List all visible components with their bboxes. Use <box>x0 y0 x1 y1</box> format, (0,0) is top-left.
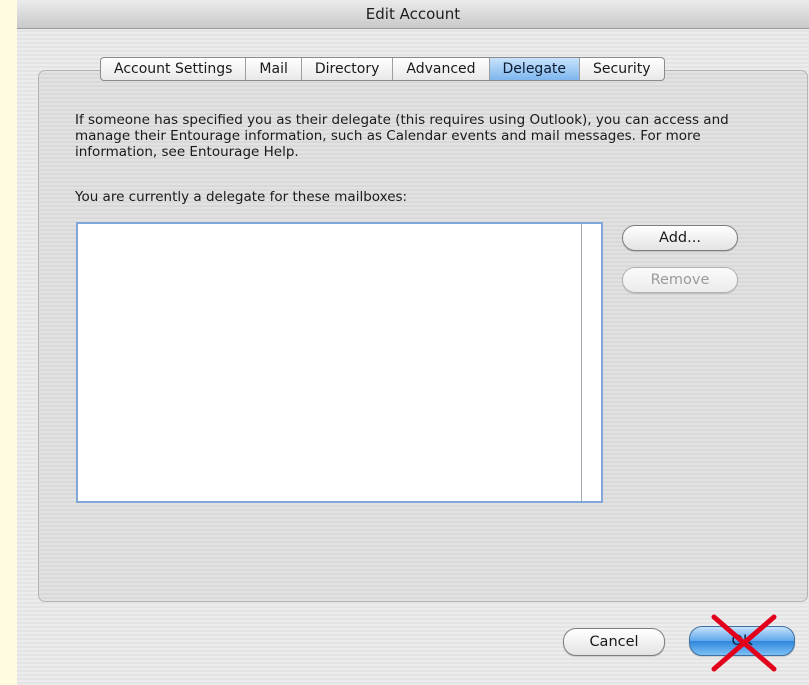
remove-button: Remove <box>622 267 738 293</box>
tab-bar: Account Settings Mail Directory Advanced… <box>100 57 665 81</box>
tab-security[interactable]: Security <box>580 58 664 80</box>
add-button[interactable]: Add... <box>622 225 738 251</box>
mailbox-list-label: You are currently a delegate for these m… <box>75 189 408 205</box>
red-cross-icon <box>711 614 777 672</box>
tab-mail[interactable]: Mail <box>246 58 302 80</box>
cancel-button[interactable]: Cancel <box>563 628 665 656</box>
window-title: Edit Account <box>17 0 809 29</box>
tab-delegate[interactable]: Delegate <box>489 58 580 80</box>
mailbox-list-scrollbar[interactable] <box>581 224 601 501</box>
mailbox-list[interactable] <box>76 222 603 503</box>
tab-account-settings[interactable]: Account Settings <box>101 58 247 80</box>
tab-advanced[interactable]: Advanced <box>393 58 490 80</box>
edit-account-window: Edit Account Account Settings Mail Direc… <box>17 0 809 685</box>
tab-directory[interactable]: Directory <box>302 58 394 80</box>
delegate-intro-text: If someone has specified you as their de… <box>75 112 729 160</box>
